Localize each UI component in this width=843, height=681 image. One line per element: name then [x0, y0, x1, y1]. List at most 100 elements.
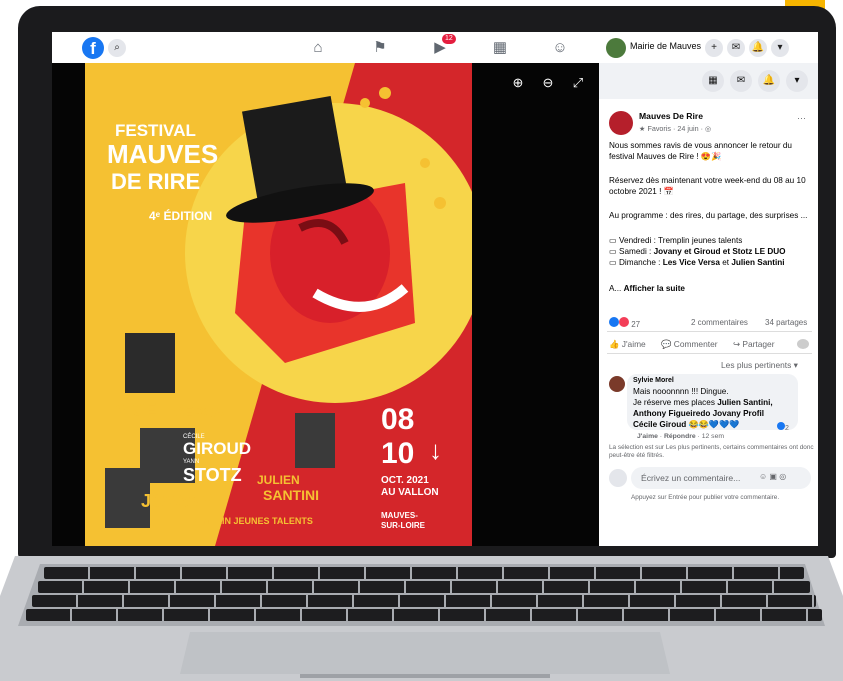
like-reaction-icon	[609, 317, 619, 327]
poster-oct: OCT. 2021	[381, 475, 429, 486]
marketplace-icon[interactable]: ▦	[490, 38, 510, 58]
share-button[interactable]: ↪ Partager	[733, 339, 774, 349]
post-meta: ★ Favoris · 24 juin · ◎	[639, 124, 712, 133]
like-button[interactable]: 👍 J'aime	[609, 339, 646, 350]
comment-actions: J'aime · Répondre · 12 sem	[637, 433, 725, 440]
create-button[interactable]: +	[705, 39, 723, 57]
commenter-avatar[interactable]	[609, 376, 625, 392]
watch-icon[interactable]: ▶ 12	[430, 34, 456, 58]
comment-time: 12 sem	[701, 433, 725, 440]
facebook-logo[interactable]: f	[82, 37, 104, 59]
poster-santini: SANTINI	[263, 487, 319, 503]
fullscreen-icon[interactable]: ⤢	[570, 75, 586, 91]
like-label: J'aime	[621, 339, 646, 349]
notification-badge: 12	[442, 34, 456, 44]
program-sunday-value-1[interactable]: Les Vice Versa	[663, 258, 720, 267]
poster-julien: JULIEN	[257, 473, 300, 487]
comment-line-3[interactable]: Anthony Figueiredo Jovany Profil	[633, 408, 764, 419]
comment-like-link[interactable]: J'aime	[637, 433, 658, 440]
shares-count[interactable]: 34 partages	[765, 318, 807, 327]
keyboard-row-2	[38, 581, 810, 593]
reactions-count: 27	[631, 320, 641, 329]
page-avatar[interactable]	[606, 38, 626, 58]
comment-line-2: Je réserve mes places Julien Santini,	[633, 397, 773, 408]
poster-stotz: STOTZ	[183, 465, 242, 485]
program-sunday-label: Dimanche :	[619, 258, 663, 267]
divider	[607, 331, 812, 332]
messenger-icon[interactable]: ✉	[727, 39, 745, 57]
share-icon: ↪	[733, 339, 743, 349]
program-saturday-value[interactable]: Jovany et Giroud et Stotz LE DUO	[654, 247, 786, 256]
share-as-avatar[interactable]	[797, 339, 809, 349]
love-reaction-icon	[619, 317, 629, 327]
comment-emojis: 😂😂💙💙💙	[688, 420, 740, 429]
see-more-prefix: A...	[609, 284, 624, 293]
poster-date-10: 10	[381, 437, 415, 470]
comment-line-2-text: Je réserve mes places	[633, 398, 718, 407]
poster-date-08: 08	[381, 403, 415, 436]
calendar-icon: ▭	[609, 236, 620, 245]
poster-jovany: JOVANY	[141, 491, 214, 511]
comment-reply-link[interactable]: Répondre	[664, 433, 696, 440]
program-sunday-value-2[interactable]: Julien Santini	[731, 258, 784, 267]
comment-input-placeholder: Écrivez un commentaire...	[641, 473, 741, 483]
flag-icon[interactable]: ⚑	[370, 38, 390, 58]
see-more-link[interactable]: Afficher la suite	[624, 284, 685, 293]
comment-label: Commenter	[673, 339, 718, 349]
post-author[interactable]: Mauves De Rire	[639, 111, 703, 121]
home-icon[interactable]: ⌂	[308, 38, 328, 58]
poster-vice: VICE	[115, 400, 158, 420]
poster-derire: DE RIRE	[111, 169, 201, 194]
mention-julien-santini[interactable]: Julien Santini,	[717, 398, 773, 407]
menu-grid-icon[interactable]: ▦	[702, 70, 724, 92]
gif-icon[interactable]: ▣	[769, 472, 777, 481]
zoom-in-icon[interactable]: ⊕	[510, 75, 526, 91]
program-friday-value: Tremplin jeunes talents	[658, 236, 743, 245]
comment-input-icons: ☺ ▣ ◎	[759, 472, 786, 481]
post-paragraph-3: Au programme : des rires, du partage, de…	[609, 211, 808, 220]
reactions[interactable]: 27	[609, 317, 640, 329]
chevron-down-icon[interactable]: ▾	[771, 39, 789, 57]
program-sunday-and: et	[719, 258, 732, 267]
poster-festival: FESTIVAL	[115, 121, 196, 140]
page-avatar[interactable]	[609, 111, 633, 135]
bell-icon[interactable]: 🔔	[749, 39, 767, 57]
poster-giroud: GIROUD	[183, 439, 251, 458]
poster-edition: 4ᵉ ÉDITION	[149, 209, 213, 223]
comment-button[interactable]: 💬 Commenter	[661, 339, 718, 350]
sticker-icon[interactable]: ◎	[779, 472, 786, 481]
comment-reactions[interactable]: 2	[777, 422, 789, 432]
calendar-icon: ▭	[609, 247, 620, 256]
enter-hint: Appuyez sur Entrée pour publier votre co…	[631, 494, 780, 501]
mention-cecile-giroud[interactable]: Cécile Giroud	[633, 420, 686, 429]
like-reaction-icon	[777, 422, 785, 430]
arrow-down-icon: ↓	[429, 435, 442, 465]
messenger-icon[interactable]: ✉	[730, 70, 752, 92]
poster-tremplin: TREMPLIN JEUNES TALENTS	[185, 516, 313, 526]
divider	[607, 353, 812, 354]
user-avatar	[609, 469, 627, 487]
festival-poster: FESTIVAL MAUVES DE RIRE 4ᵉ ÉDITION VICE …	[85, 63, 472, 546]
share-label: Partager	[742, 339, 775, 349]
zoom-out-icon[interactable]: ⊖	[540, 75, 556, 91]
facebook-topbar: f ⌕ ⌂ ⚑ ▶ 12 ▦ ☺ Mairie de Mauves + ✉ 🔔 …	[52, 32, 818, 64]
comment-author[interactable]: Sylvie Morel	[633, 377, 674, 384]
keyboard-row-4	[26, 609, 822, 621]
poster-versa: VERSA	[173, 404, 225, 421]
more-options-icon[interactable]: ···	[797, 113, 806, 123]
groups-icon[interactable]: ☺	[550, 38, 570, 58]
comments-count[interactable]: 2 commentaires	[691, 318, 748, 327]
emoji-icon[interactable]: ☺	[759, 472, 767, 481]
post-panel: ▦ ✉ 🔔 ▾ Mauves De Rire ★ Favoris · 24 ju…	[599, 63, 818, 546]
comment-sort-dropdown[interactable]: Les plus pertinents ▾	[721, 360, 798, 370]
page-name[interactable]: Mairie de Mauves	[630, 41, 701, 51]
search-icon[interactable]: ⌕	[108, 39, 126, 57]
post-paragraph-2: Réservez dès maintenant votre week-end d…	[609, 176, 806, 196]
bell-icon[interactable]: 🔔	[758, 70, 780, 92]
post-paragraph-1: Nous sommes ravis de vous annoncer le re…	[609, 141, 792, 161]
see-more-line: A... Afficher la suite	[609, 283, 685, 294]
comment-line-1: Mais nooonnnn !!! Dingue.	[633, 387, 729, 396]
program-saturday-label: Samedi :	[619, 247, 654, 256]
keyboard-row-1	[44, 567, 804, 579]
account-menu-icon[interactable]: ▾	[786, 70, 808, 92]
